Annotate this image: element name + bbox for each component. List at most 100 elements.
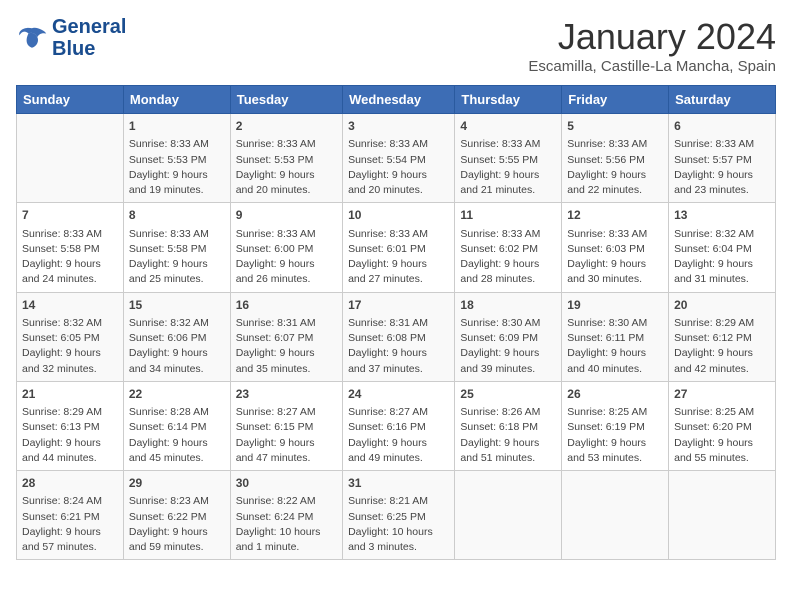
day-number: 3	[348, 118, 449, 135]
location-subtitle: Escamilla, Castille-La Mancha, Spain	[528, 58, 776, 75]
day-number: 16	[236, 297, 337, 314]
calendar-cell: 22 Sunrise: 8:28 AMSunset: 6:14 PMDayligh…	[123, 381, 230, 470]
weekday-header: Sunday	[17, 86, 124, 114]
day-number: 10	[348, 207, 449, 224]
calendar-cell	[17, 114, 124, 203]
day-number: 26	[567, 386, 663, 403]
day-info: Sunrise: 8:27 AMSunset: 6:16 PMDaylight:…	[348, 405, 449, 466]
calendar-cell: 24 Sunrise: 8:27 AMSunset: 6:16 PMDayligh…	[343, 381, 455, 470]
calendar-cell: 27 Sunrise: 8:25 AMSunset: 6:20 PMDayligh…	[669, 381, 776, 470]
day-number: 7	[22, 207, 118, 224]
day-info: Sunrise: 8:25 AMSunset: 6:20 PMDaylight:…	[674, 405, 770, 466]
day-number: 30	[236, 475, 337, 492]
day-number: 9	[236, 207, 337, 224]
calendar-cell: 7 Sunrise: 8:33 AMSunset: 5:58 PMDaylight…	[17, 203, 124, 292]
day-info: Sunrise: 8:32 AMSunset: 6:06 PMDaylight:…	[129, 316, 225, 377]
day-number: 19	[567, 297, 663, 314]
calendar-cell	[669, 471, 776, 560]
calendar-cell	[562, 471, 669, 560]
day-info: Sunrise: 8:33 AMSunset: 6:03 PMDaylight:…	[567, 227, 663, 288]
day-number: 5	[567, 118, 663, 135]
title-block: January 2024 Escamilla, Castille-La Manc…	[528, 16, 776, 75]
calendar-cell: 9 Sunrise: 8:33 AMSunset: 6:00 PMDaylight…	[230, 203, 342, 292]
day-info: Sunrise: 8:33 AMSunset: 5:54 PMDaylight:…	[348, 137, 449, 198]
month-title: January 2024	[528, 16, 776, 58]
calendar-cell: 2 Sunrise: 8:33 AMSunset: 5:53 PMDaylight…	[230, 114, 342, 203]
page-header: General Blue January 2024 Escamilla, Cas…	[16, 16, 776, 75]
calendar-cell: 12 Sunrise: 8:33 AMSunset: 6:03 PMDayligh…	[562, 203, 669, 292]
day-info: Sunrise: 8:33 AMSunset: 6:02 PMDaylight:…	[460, 227, 556, 288]
day-number: 14	[22, 297, 118, 314]
day-info: Sunrise: 8:25 AMSunset: 6:19 PMDaylight:…	[567, 405, 663, 466]
calendar-cell: 23 Sunrise: 8:27 AMSunset: 6:15 PMDayligh…	[230, 381, 342, 470]
day-info: Sunrise: 8:21 AMSunset: 6:25 PMDaylight:…	[348, 494, 449, 555]
day-info: Sunrise: 8:33 AMSunset: 6:00 PMDaylight:…	[236, 227, 337, 288]
day-info: Sunrise: 8:27 AMSunset: 6:15 PMDaylight:…	[236, 405, 337, 466]
day-info: Sunrise: 8:23 AMSunset: 6:22 PMDaylight:…	[129, 494, 225, 555]
calendar-cell: 19 Sunrise: 8:30 AMSunset: 6:11 PMDayligh…	[562, 292, 669, 381]
weekday-header: Saturday	[669, 86, 776, 114]
calendar-cell: 14Sunrise: 8:32 AMSunset: 6:05 PMDayligh…	[17, 292, 124, 381]
day-info: Sunrise: 8:33 AMSunset: 5:55 PMDaylight:…	[460, 137, 556, 198]
calendar-row: 7 Sunrise: 8:33 AMSunset: 5:58 PMDaylight…	[17, 203, 776, 292]
day-info: Sunrise: 8:33 AMSunset: 5:57 PMDaylight:…	[674, 137, 770, 198]
day-info: Sunrise: 8:33 AMSunset: 5:58 PMDaylight:…	[22, 227, 118, 288]
calendar-cell: 11 Sunrise: 8:33 AMSunset: 6:02 PMDayligh…	[455, 203, 562, 292]
calendar-cell: 16 Sunrise: 8:31 AMSunset: 6:07 PMDayligh…	[230, 292, 342, 381]
day-info: Sunrise: 8:31 AMSunset: 6:07 PMDaylight:…	[236, 316, 337, 377]
day-info: Sunrise: 8:33 AMSunset: 5:53 PMDaylight:…	[236, 137, 337, 198]
day-number: 15	[129, 297, 225, 314]
day-info: Sunrise: 8:30 AMSunset: 6:11 PMDaylight:…	[567, 316, 663, 377]
day-info: Sunrise: 8:33 AMSunset: 5:53 PMDaylight:…	[129, 137, 225, 198]
calendar-cell: 17Sunrise: 8:31 AMSunset: 6:08 PMDayligh…	[343, 292, 455, 381]
weekday-header: Thursday	[455, 86, 562, 114]
weekday-header: Friday	[562, 86, 669, 114]
day-number: 31	[348, 475, 449, 492]
calendar-cell: 20 Sunrise: 8:29 AMSunset: 6:12 PMDayligh…	[669, 292, 776, 381]
calendar-cell: 21 Sunrise: 8:29 AMSunset: 6:13 PMDayligh…	[17, 381, 124, 470]
weekday-header: Tuesday	[230, 86, 342, 114]
day-number: 2	[236, 118, 337, 135]
logo-icon	[16, 24, 48, 52]
calendar-cell: 4 Sunrise: 8:33 AMSunset: 5:55 PMDaylight…	[455, 114, 562, 203]
calendar-cell: 8Sunrise: 8:33 AMSunset: 5:58 PMDaylight…	[123, 203, 230, 292]
day-number: 12	[567, 207, 663, 224]
day-number: 4	[460, 118, 556, 135]
calendar-cell: 10Sunrise: 8:33 AMSunset: 6:01 PMDayligh…	[343, 203, 455, 292]
calendar-table: SundayMondayTuesdayWednesdayThursdayFrid…	[16, 85, 776, 560]
day-info: Sunrise: 8:26 AMSunset: 6:18 PMDaylight:…	[460, 405, 556, 466]
day-info: Sunrise: 8:22 AMSunset: 6:24 PMDaylight:…	[236, 494, 337, 555]
day-number: 11	[460, 207, 556, 224]
weekday-header: Wednesday	[343, 86, 455, 114]
day-number: 21	[22, 386, 118, 403]
calendar-cell: 26 Sunrise: 8:25 AMSunset: 6:19 PMDayligh…	[562, 381, 669, 470]
day-info: Sunrise: 8:30 AMSunset: 6:09 PMDaylight:…	[460, 316, 556, 377]
logo-text: General Blue	[52, 16, 126, 60]
calendar-row: 28Sunrise: 8:24 AMSunset: 6:21 PMDayligh…	[17, 471, 776, 560]
day-number: 17	[348, 297, 449, 314]
day-number: 22	[129, 386, 225, 403]
calendar-cell: 3 Sunrise: 8:33 AMSunset: 5:54 PMDaylight…	[343, 114, 455, 203]
day-info: Sunrise: 8:29 AMSunset: 6:13 PMDaylight:…	[22, 405, 118, 466]
day-info: Sunrise: 8:32 AMSunset: 6:04 PMDaylight:…	[674, 227, 770, 288]
day-number: 20	[674, 297, 770, 314]
day-info: Sunrise: 8:28 AMSunset: 6:14 PMDaylight:…	[129, 405, 225, 466]
day-number: 1	[129, 118, 225, 135]
calendar-cell: 25 Sunrise: 8:26 AMSunset: 6:18 PMDayligh…	[455, 381, 562, 470]
day-info: Sunrise: 8:29 AMSunset: 6:12 PMDaylight:…	[674, 316, 770, 377]
calendar-row: 1 Sunrise: 8:33 AMSunset: 5:53 PMDaylight…	[17, 114, 776, 203]
calendar-cell: 18Sunrise: 8:30 AMSunset: 6:09 PMDayligh…	[455, 292, 562, 381]
day-info: Sunrise: 8:24 AMSunset: 6:21 PMDaylight:…	[22, 494, 118, 555]
weekday-header: Monday	[123, 86, 230, 114]
calendar-cell: 15 Sunrise: 8:32 AMSunset: 6:06 PMDayligh…	[123, 292, 230, 381]
day-number: 23	[236, 386, 337, 403]
calendar-cell: 5Sunrise: 8:33 AMSunset: 5:56 PMDaylight…	[562, 114, 669, 203]
calendar-row: 14Sunrise: 8:32 AMSunset: 6:05 PMDayligh…	[17, 292, 776, 381]
day-number: 27	[674, 386, 770, 403]
day-number: 25	[460, 386, 556, 403]
calendar-cell: 31 Sunrise: 8:21 AMSunset: 6:25 PMDayligh…	[343, 471, 455, 560]
day-number: 24	[348, 386, 449, 403]
calendar-cell	[455, 471, 562, 560]
calendar-cell: 28Sunrise: 8:24 AMSunset: 6:21 PMDayligh…	[17, 471, 124, 560]
day-number: 6	[674, 118, 770, 135]
